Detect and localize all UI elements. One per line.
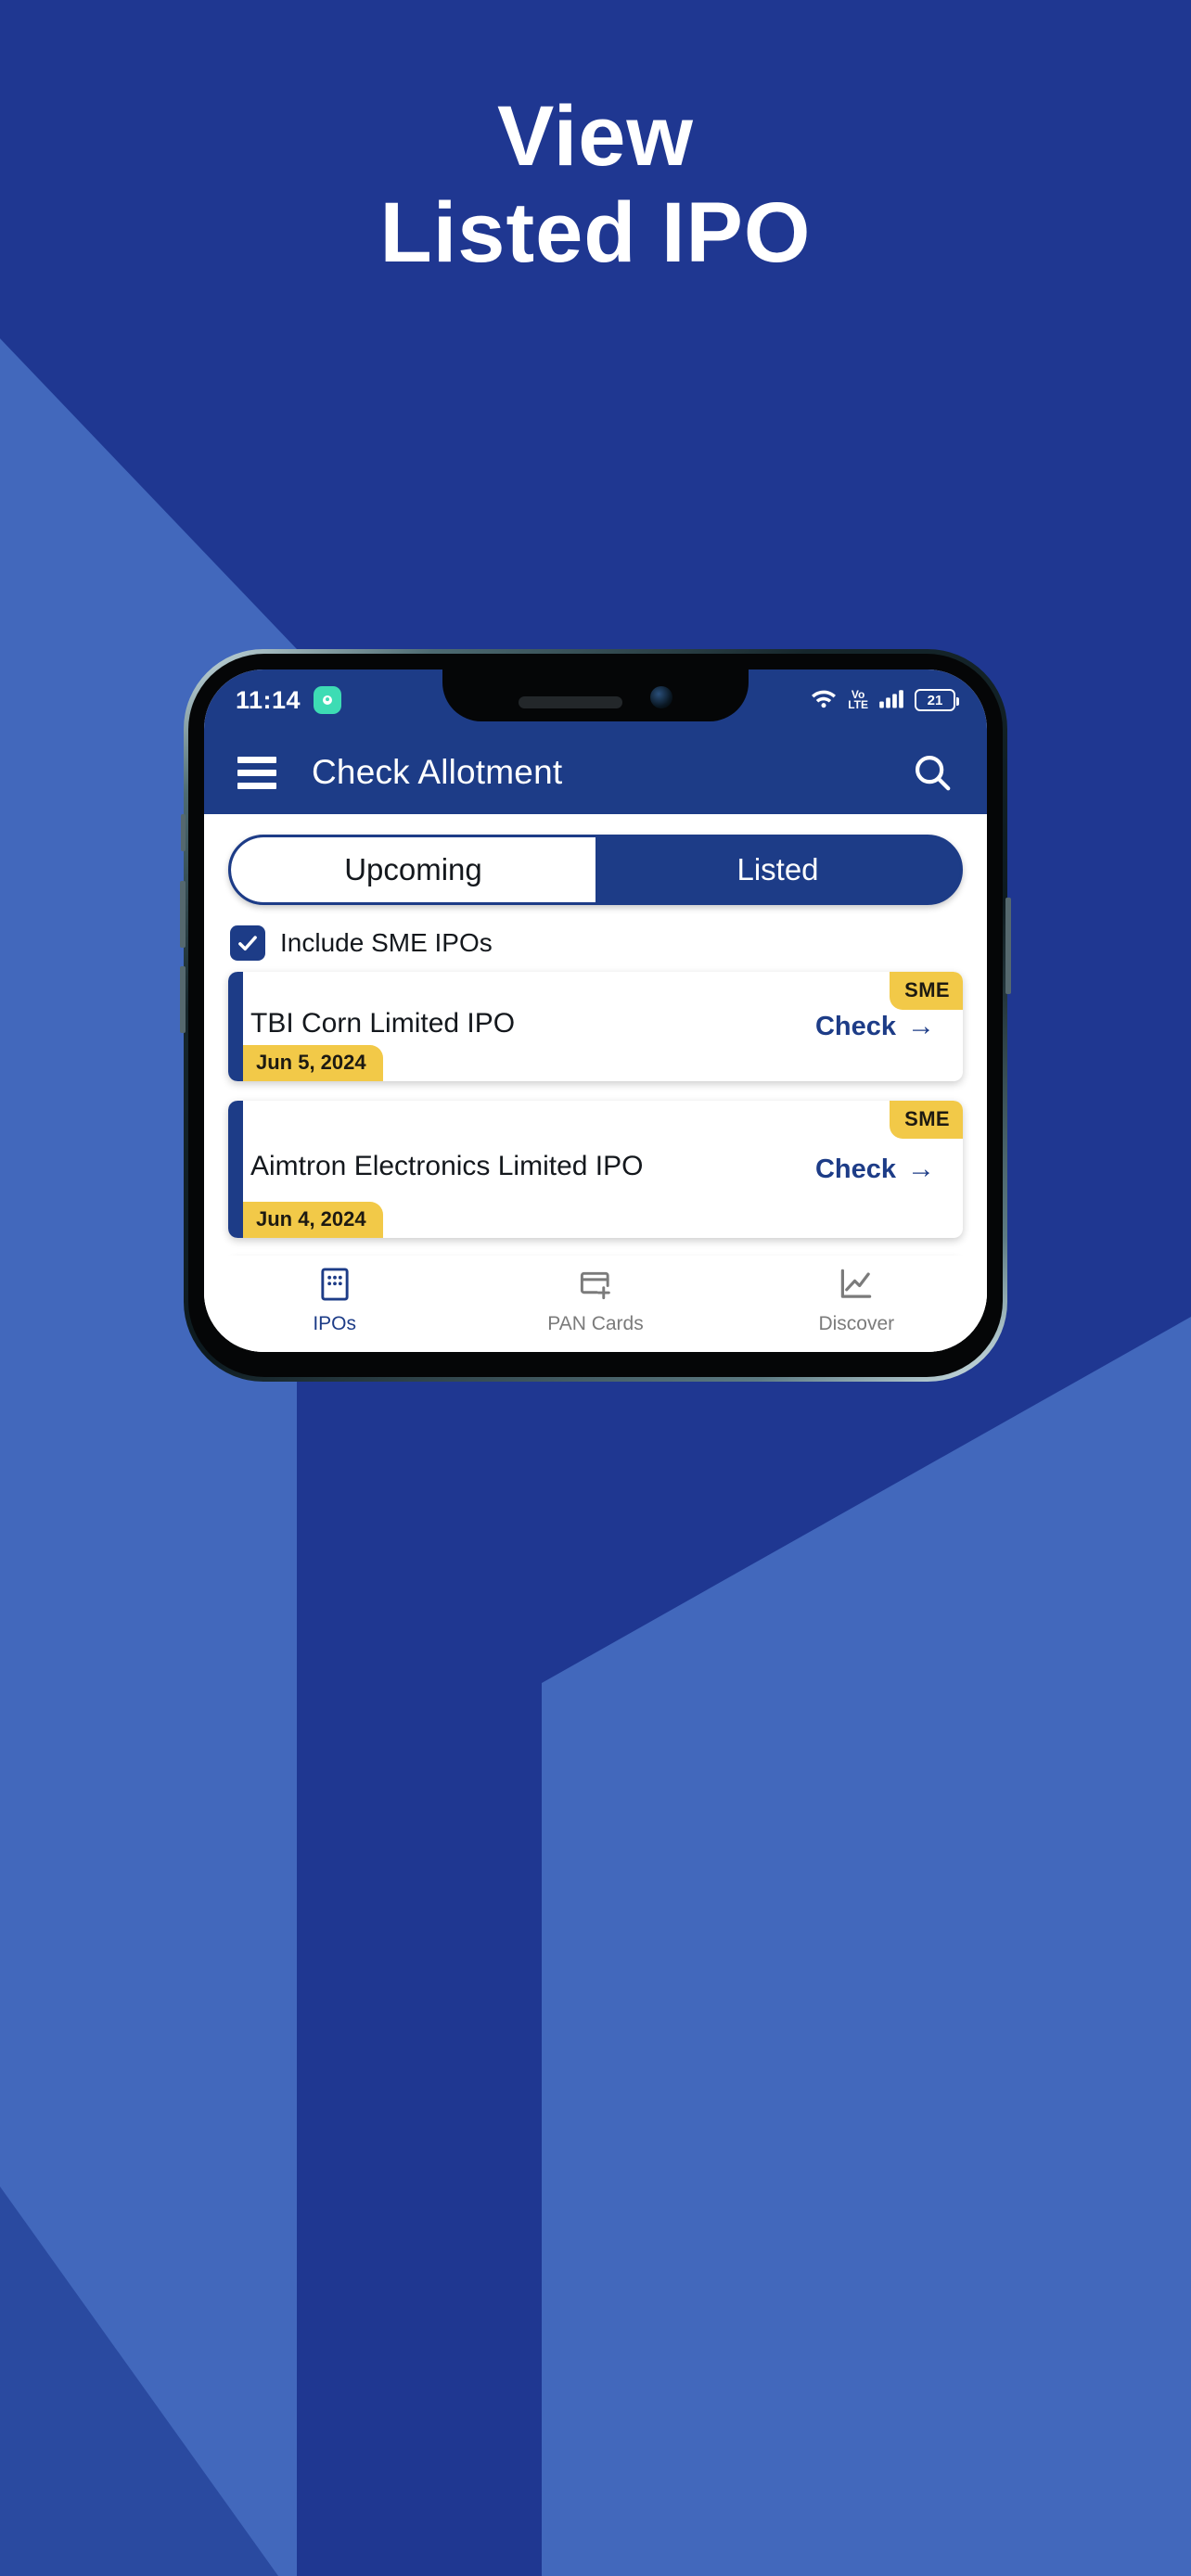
ipo-date-chip: Jun 5, 2024 — [243, 1045, 383, 1081]
nav-item-ipos[interactable]: IPOs — [204, 1267, 465, 1335]
tab-switcher: Upcoming Listed — [228, 835, 963, 905]
sme-badge: SME — [890, 1101, 963, 1139]
ipo-card[interactable]: SME TBI Corn Limited IPO Check → Jun 5, … — [228, 972, 963, 1081]
signal-bars-icon — [878, 687, 904, 714]
app-body: Upcoming Listed Include SME IPOs SME TBI… — [204, 814, 987, 1352]
front-camera — [650, 686, 672, 708]
chat-bubble-icon — [314, 686, 342, 714]
volte-line-2: LTE — [848, 698, 868, 711]
content-area: Upcoming Listed Include SME IPOs SME TBI… — [204, 814, 987, 1256]
bottom-navigation: IPOs PAN Cards Discover — [204, 1256, 987, 1352]
tab-upcoming-label: Upcoming — [344, 852, 482, 886]
card-accent-bar — [228, 972, 243, 1081]
status-bar: 11:14 Vo LTE 21 — [204, 670, 987, 731]
sme-badge: SME — [890, 972, 963, 1010]
earpiece-speaker — [519, 696, 622, 708]
silent-switch[interactable] — [181, 814, 186, 851]
tab-listed-label: Listed — [736, 852, 819, 886]
checkmark-icon — [238, 936, 257, 951]
volte-indicator: Vo LTE — [848, 689, 868, 711]
ipo-date-chip: Jun 4, 2024 — [243, 1202, 383, 1238]
nav-label-pan-cards: PAN Cards — [547, 1313, 644, 1334]
card-plus-icon — [578, 1267, 613, 1307]
page-title: Check Allotment — [312, 753, 563, 791]
promo-headline: View Listed IPO — [0, 88, 1191, 281]
search-icon[interactable] — [911, 751, 954, 794]
line-chart-icon — [839, 1267, 874, 1307]
nav-label-discover: Discover — [818, 1313, 895, 1334]
headline-line-2: Listed IPO — [379, 185, 812, 280]
nav-item-discover[interactable]: Discover — [726, 1267, 987, 1335]
battery-indicator: 21 — [915, 689, 959, 711]
nav-label-ipos: IPOs — [313, 1313, 356, 1334]
headline-line-1: View — [497, 89, 694, 184]
phone-screen: 11:14 Vo LTE 21 Check Allotment Upcoming… — [204, 670, 987, 1352]
status-bar-right: Vo LTE 21 — [810, 687, 959, 714]
grid-calculator-icon — [319, 1267, 351, 1307]
include-sme-checkbox-row[interactable]: Include SME IPOs — [230, 925, 963, 961]
tab-listed[interactable]: Listed — [596, 837, 960, 902]
include-sme-label: Include SME IPOs — [280, 928, 493, 957]
ipo-title: Aimtron Electronics Limited IPO — [250, 1151, 644, 1181]
promo-background: View Listed IPO 11:14 Vo LTE 21 Check Al… — [0, 0, 1191, 2576]
device-frame: 11:14 Vo LTE 21 Check Allotment Upcoming… — [180, 649, 1011, 1382]
phone-mockup: 11:14 Vo LTE 21 Check Allotment Upcoming… — [180, 649, 1011, 1391]
wifi-icon — [810, 687, 838, 714]
include-sme-checkbox[interactable] — [230, 925, 265, 961]
volume-up-button[interactable] — [180, 881, 186, 948]
arrow-right-icon: → — [907, 1154, 935, 1184]
check-label: Check — [814, 1154, 896, 1184]
battery-level: 21 — [927, 692, 943, 708]
ipo-card[interactable]: SME Aimtron Electronics Limited IPO Chec… — [228, 1101, 963, 1238]
ipo-card-list: SME TBI Corn Limited IPO Check → Jun 5, … — [228, 972, 963, 1256]
power-button[interactable] — [1005, 898, 1011, 994]
tab-upcoming[interactable]: Upcoming — [231, 837, 596, 902]
card-accent-bar — [228, 1101, 243, 1238]
status-time: 11:14 — [236, 685, 301, 714]
check-allotment-link[interactable]: Check → — [815, 1012, 935, 1042]
nav-item-pan-cards[interactable]: PAN Cards — [465, 1267, 725, 1335]
app-bar: Check Allotment — [204, 731, 987, 814]
hamburger-menu-icon[interactable] — [237, 756, 276, 789]
volume-down-button[interactable] — [180, 966, 186, 1033]
status-bar-left: 11:14 — [236, 685, 342, 715]
device-notch — [442, 670, 749, 721]
check-allotment-link[interactable]: Check → — [815, 1154, 935, 1185]
check-label: Check — [814, 1011, 896, 1041]
arrow-right-icon: → — [907, 1011, 935, 1041]
